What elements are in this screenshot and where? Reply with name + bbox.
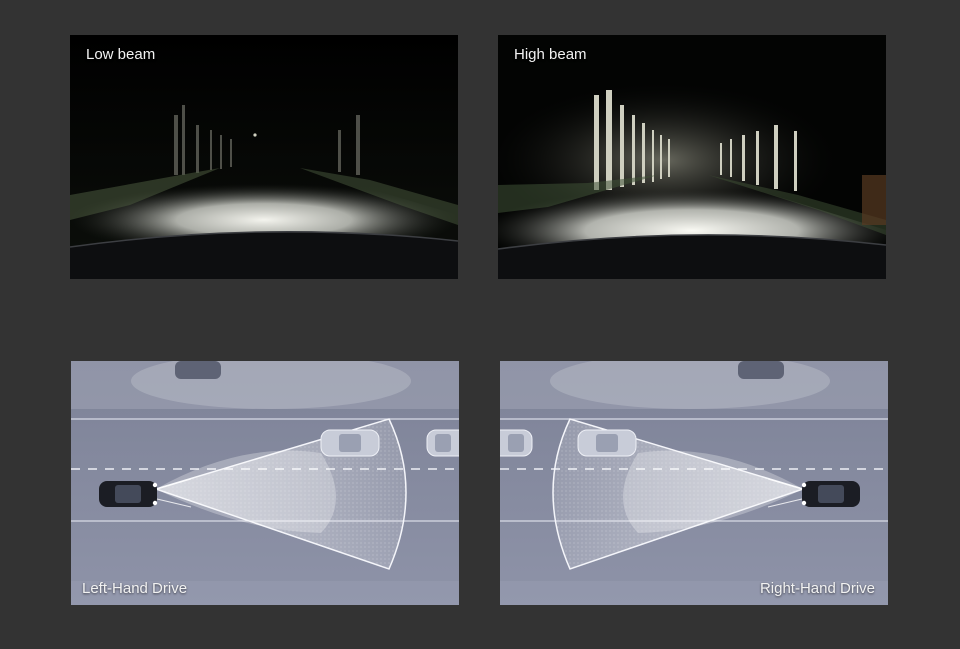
rhd-road-scene [500, 361, 888, 605]
ego-car [801, 481, 860, 507]
lhd-road-scene [71, 361, 459, 605]
right-hand-drive-diagram: Right-Hand Drive [500, 361, 888, 605]
left-hand-drive-diagram: Left-Hand Drive [71, 361, 459, 605]
lhd-caption: Left-Hand Drive [82, 580, 188, 597]
car-ahead [320, 429, 380, 457]
high-beam-photo: High beam [498, 35, 886, 279]
low-beam-caption: Low beam [86, 46, 156, 63]
car-left [500, 429, 533, 457]
low-beam-photo: Low beam [70, 35, 458, 279]
high-beam-scene [498, 35, 886, 279]
low-beam-scene [70, 35, 458, 279]
high-beam-caption: High beam [514, 46, 587, 63]
parked-car [738, 361, 784, 379]
parked-car [175, 361, 221, 379]
rhd-caption: Right-Hand Drive [759, 580, 875, 597]
car-right [426, 429, 459, 457]
car-ahead [577, 429, 637, 457]
ego-car [99, 481, 158, 507]
